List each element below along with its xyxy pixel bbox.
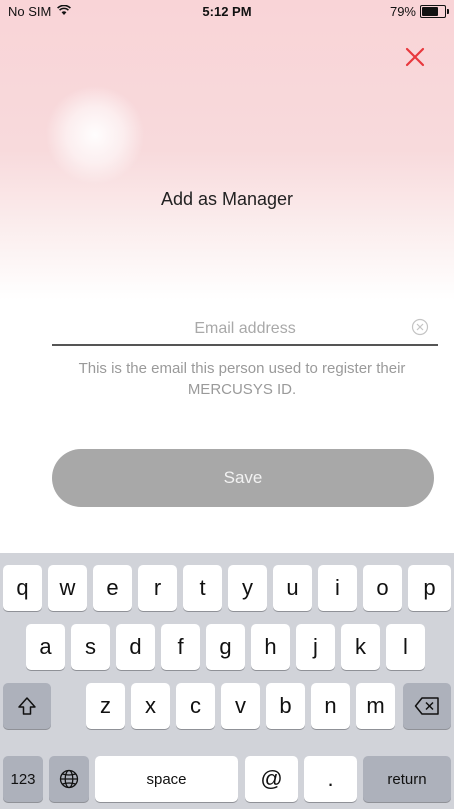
key-t[interactable]: t (183, 565, 222, 611)
key-q[interactable]: q (3, 565, 42, 611)
clear-input-icon[interactable] (410, 317, 430, 337)
key-u[interactable]: u (273, 565, 312, 611)
key-d[interactable]: d (116, 624, 155, 670)
key-y[interactable]: y (228, 565, 267, 611)
key-r[interactable]: r (138, 565, 177, 611)
email-field[interactable] (52, 314, 438, 346)
status-bar: No SIM 5:12 PM 79% (0, 0, 454, 22)
key-k[interactable]: k (341, 624, 380, 670)
key-m[interactable]: m (356, 683, 395, 729)
battery-cap (447, 9, 449, 14)
numbers-key[interactable]: 123 (3, 756, 43, 802)
globe-icon (59, 769, 79, 789)
key-b[interactable]: b (266, 683, 305, 729)
decorative-glow (45, 85, 145, 185)
screen: No SIM 5:12 PM 79% Add as Manager Email … (0, 0, 454, 809)
shift-icon (18, 697, 36, 715)
at-key[interactable]: @ (245, 756, 298, 802)
dot-key[interactable]: . (304, 756, 357, 802)
backspace-icon (414, 697, 439, 715)
backspace-key[interactable] (403, 683, 451, 729)
key-x[interactable]: x (131, 683, 170, 729)
key-p[interactable]: p (408, 565, 451, 611)
battery-fill (422, 7, 438, 16)
key-j[interactable]: j (296, 624, 335, 670)
save-button[interactable]: Save (52, 449, 434, 507)
key-c[interactable]: c (176, 683, 215, 729)
key-i[interactable]: i (318, 565, 357, 611)
page-title: Add as Manager (160, 189, 294, 209)
key-v[interactable]: v (221, 683, 260, 729)
return-key[interactable]: return (363, 756, 451, 802)
email-hint-text: This is the email this person used to re… (78, 360, 406, 398)
key-f[interactable]: f (161, 624, 200, 670)
key-l[interactable]: l (386, 624, 425, 670)
space-key[interactable]: space (95, 756, 238, 802)
key-g[interactable]: g (206, 624, 245, 670)
keyboard: q w e r t y u i o p a s d f g h j k l z … (0, 553, 454, 809)
shift-key[interactable] (3, 683, 51, 729)
email-field-wrapper (52, 314, 438, 346)
battery-icon (420, 5, 449, 18)
globe-key[interactable] (49, 756, 89, 802)
key-a[interactable]: a (26, 624, 65, 670)
status-right: 79% (389, 4, 449, 19)
close-button[interactable] (402, 44, 428, 70)
key-e[interactable]: e (93, 565, 132, 611)
battery-percent: 79% (389, 4, 416, 19)
key-z[interactable]: z (86, 683, 125, 729)
close-icon (405, 47, 425, 67)
key-n[interactable]: n (311, 683, 350, 729)
key-h[interactable]: h (251, 624, 290, 670)
status-time: 5:12 PM (202, 4, 252, 19)
key-w[interactable]: w (48, 565, 87, 611)
key-s[interactable]: s (71, 624, 110, 670)
key-o[interactable]: o (363, 565, 402, 611)
